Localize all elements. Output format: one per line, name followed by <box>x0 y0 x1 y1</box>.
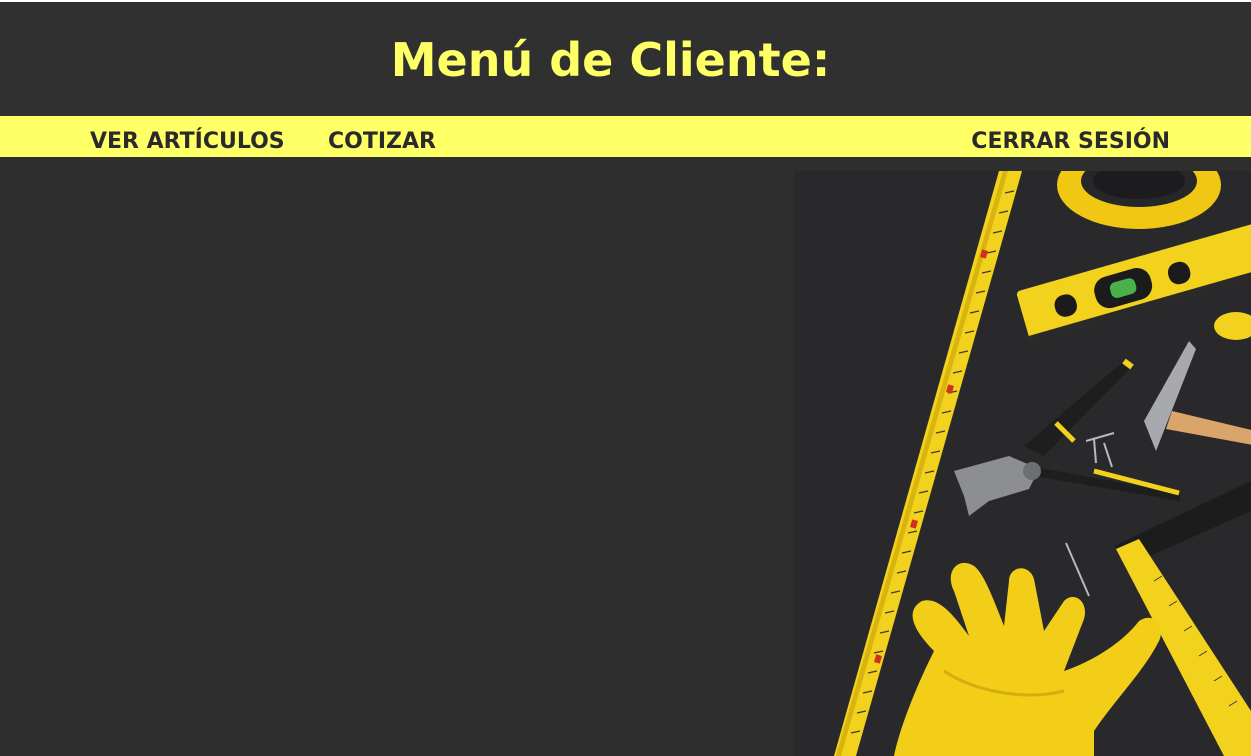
tools-hero-image <box>794 171 1251 756</box>
nav-cotizar-link[interactable]: COTIZAR <box>328 128 436 156</box>
page-title: Menú de Cliente: <box>390 33 831 87</box>
client-menu-page: Menú de Cliente: VER ARTÍCULOS COTIZAR C… <box>0 0 1251 756</box>
nav-ver-articulos-link[interactable]: VER ARTÍCULOS <box>90 128 285 156</box>
nav-cerrar-sesion-link[interactable]: CERRAR SESIÓN <box>971 128 1170 156</box>
navbar: VER ARTÍCULOS COTIZAR CERRAR SESIÓN <box>0 116 1251 157</box>
header: Menú de Cliente: <box>0 2 1251 116</box>
tools-illustration <box>794 171 1251 756</box>
